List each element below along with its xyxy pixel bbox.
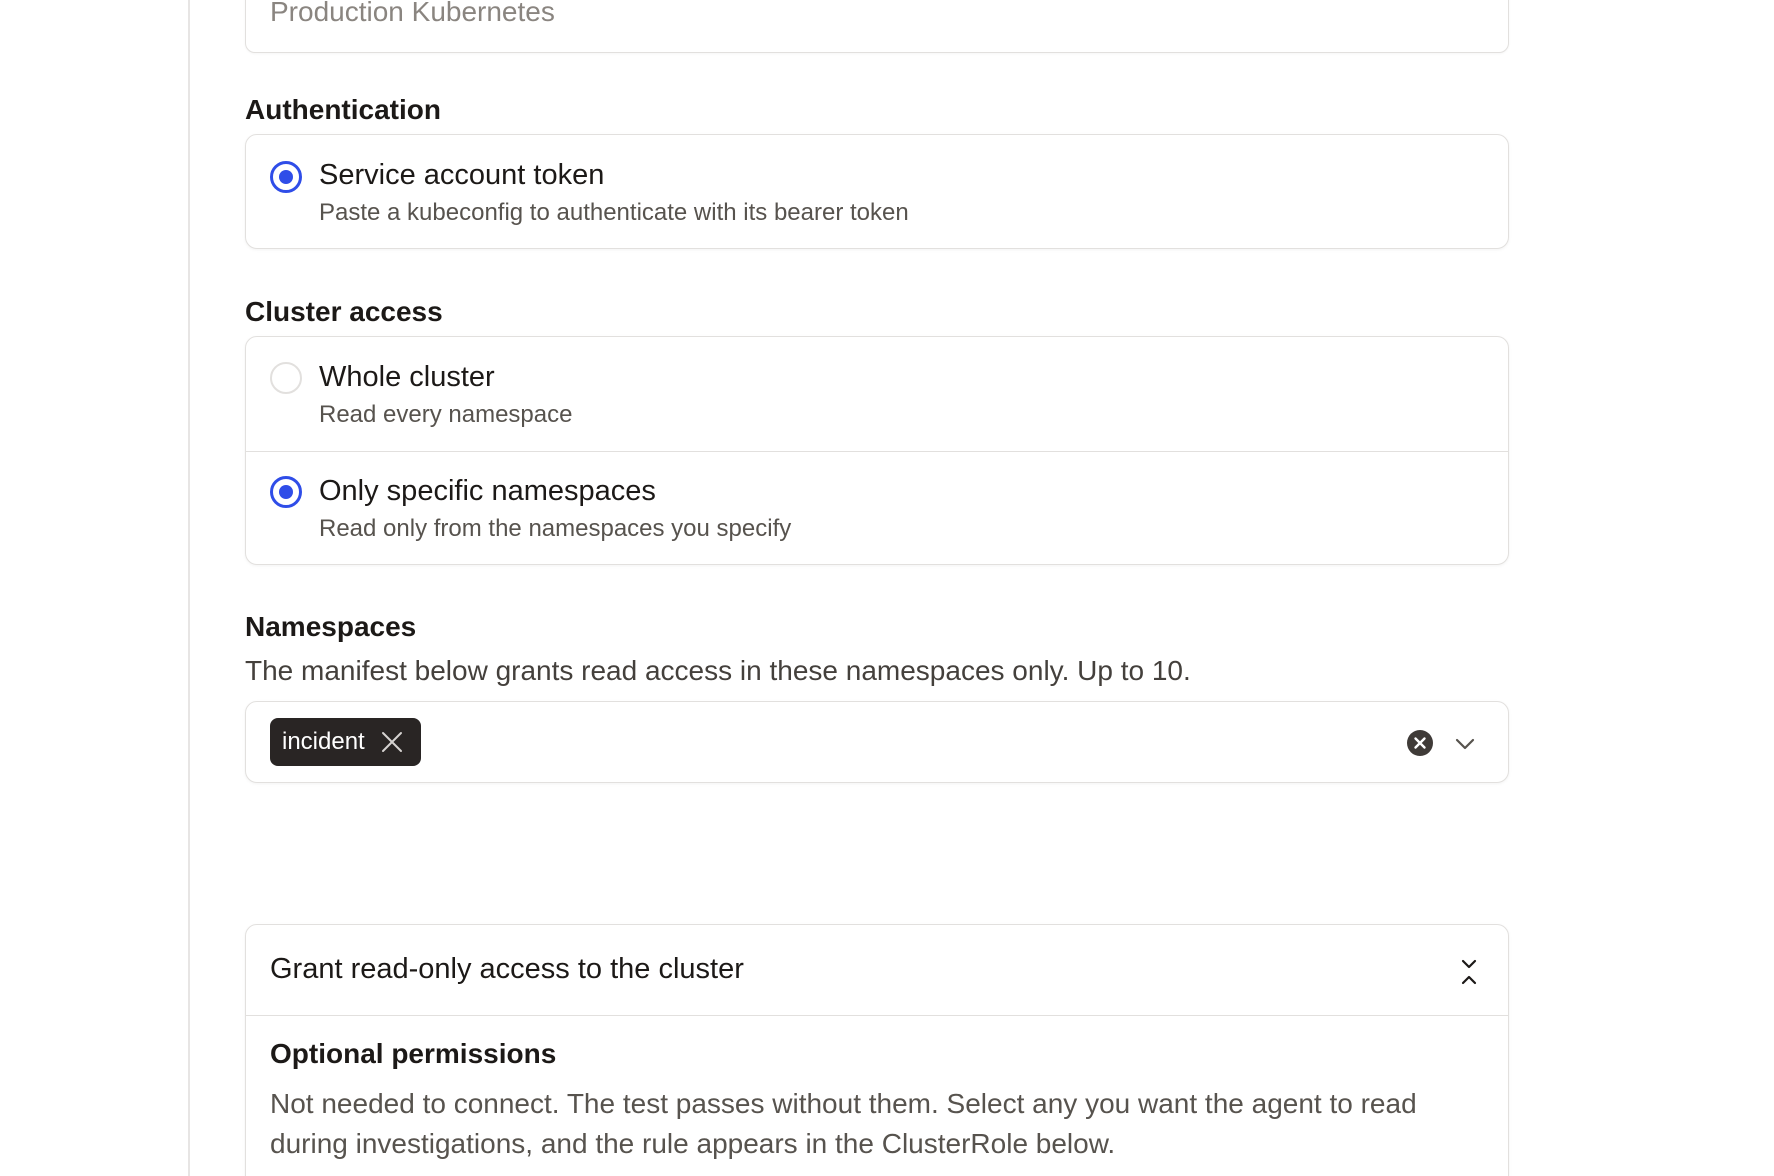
namespaces-helper-text: The manifest below grants read access in… — [245, 655, 1191, 686]
option-description: Paste a kubeconfig to authenticate with … — [319, 199, 909, 226]
accordion-header[interactable]: Grant read-only access to the cluster — [246, 925, 1508, 1016]
chip-label: incident — [282, 728, 365, 755]
accordion-body: Optional permissions Not needed to conne… — [246, 1016, 1508, 1164]
cluster-access-card: Whole cluster Read every namespace Only … — [245, 336, 1509, 565]
option-title: Whole cluster — [319, 361, 495, 393]
accordion-title: Grant read-only access to the cluster — [270, 953, 744, 985]
namespaces-multiselect[interactable]: incident — [245, 701, 1509, 783]
namespaces-label: Namespaces — [245, 611, 417, 642]
cluster-access-label: Cluster access — [245, 296, 443, 327]
name-field[interactable] — [245, 0, 1509, 53]
name-input[interactable] — [270, 0, 1470, 29]
close-icon[interactable] — [379, 729, 405, 755]
chevron-down-icon[interactable] — [1452, 732, 1478, 756]
cluster-option-specific-namespaces[interactable]: Only specific namespaces Read only from … — [246, 451, 1508, 564]
option-description: Read only from the namespaces you specif… — [319, 515, 792, 542]
authentication-card: Service account token Paste a kubeconfig… — [245, 134, 1509, 249]
radio-selected-icon[interactable] — [270, 161, 302, 193]
option-description: Read every namespace — [319, 401, 573, 428]
option-title: Service account token — [319, 159, 605, 191]
page: Authentication Service account token Pas… — [0, 0, 1774, 1176]
cluster-option-whole-cluster[interactable]: Whole cluster Read every namespace — [246, 337, 1508, 451]
namespace-chip: incident — [270, 718, 421, 766]
auth-option-service-account-token[interactable]: Service account token Paste a kubeconfig… — [246, 135, 1508, 248]
authentication-label: Authentication — [245, 94, 441, 125]
collapse-icon[interactable] — [1456, 957, 1482, 987]
grant-access-accordion: Grant read-only access to the cluster Op… — [245, 924, 1509, 1176]
option-title: Only specific namespaces — [319, 475, 656, 507]
optional-permissions-title: Optional permissions — [270, 1038, 557, 1069]
clear-all-icon[interactable] — [1406, 729, 1434, 757]
optional-permissions-description: Not needed to connect. The test passes w… — [270, 1088, 1417, 1159]
left-divider — [188, 0, 190, 1176]
radio-unselected-icon[interactable] — [270, 362, 302, 394]
radio-selected-icon[interactable] — [270, 476, 302, 508]
